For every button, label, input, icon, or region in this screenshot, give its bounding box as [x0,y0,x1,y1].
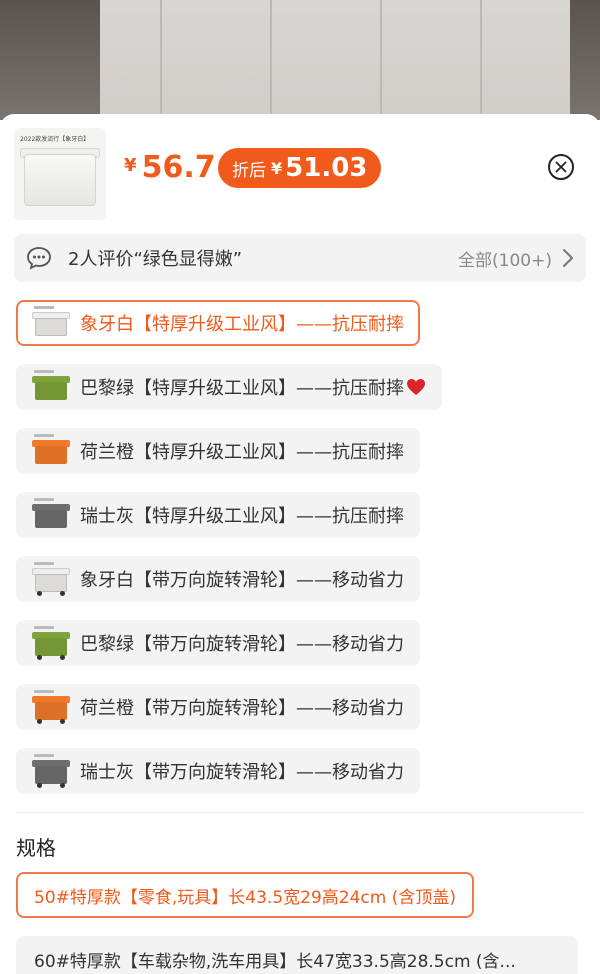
sku-option-label: 瑞士灰【特厚升级工业风】——抗压耐摔 [80,506,404,527]
sheet-header: 2022款发流行【象牙白】 ¥ 56.7 折后 ¥ 51.03 [14,128,586,220]
discount-currency: ¥ [271,158,283,178]
chevron-right-icon [563,249,573,267]
product-hero-image [0,0,600,120]
chat-bubble-icon [27,247,51,270]
sku-option-thumbnail [32,690,70,724]
sku-option[interactable]: 荷兰橙【特厚升级工业风】——抗压耐摔 [16,428,420,474]
sku-option-thumbnail [32,498,70,532]
box-ridge [270,0,272,120]
spec-option-label: 50#特厚款【零食,玩具】长43.5宽29高24cm (含顶盖) [34,887,456,908]
box-ridge [380,0,382,120]
discount-amount: 51.03 [285,153,368,183]
close-icon [555,161,567,173]
box-ridge [480,0,482,120]
sku-option-thumbnail [32,370,70,404]
review-summary-bar[interactable]: 2人评价“绿色显得嫩” 全部(100+) [14,234,586,282]
sku-option-label: 巴黎绿【特厚升级工业风】——抗压耐摔 [80,378,404,399]
sku-option-label: 象牙白【特厚升级工业风】——抗压耐摔 [80,314,404,335]
sku-option-label: 巴黎绿【带万向旋转滑轮】——移动省力 [80,634,404,655]
sku-option-label: 荷兰橙【特厚升级工业风】——抗压耐摔 [80,442,404,463]
spec-option-label: 60#特厚款【车载杂物,洗车用具】长47宽33.5高28.5cm (含... [34,951,516,972]
thumbnail-box-body [24,154,96,206]
box-ridge [160,0,162,120]
spec-option[interactable]: 50#特厚款【零食,玩具】长43.5宽29高24cm (含顶盖) [16,872,474,918]
sku-option-label: 象牙白【带万向旋转滑轮】——移动省力 [80,570,404,591]
sku-option[interactable]: 象牙白【带万向旋转滑轮】——移动省力 [16,556,420,602]
sku-option[interactable]: 瑞士灰【特厚升级工业风】——抗压耐摔 [16,492,420,538]
sku-option[interactable]: 荷兰橙【带万向旋转滑轮】——移动省力 [16,684,420,730]
storage-box-image [100,0,570,120]
review-all-link[interactable]: 全部(100+) [458,246,552,271]
discount-price-badge: 折后 ¥ 51.03 [218,148,382,188]
sku-option[interactable]: 巴黎绿【特厚升级工业风】——抗压耐摔 [16,364,442,410]
sku-option[interactable]: 象牙白【特厚升级工业风】——抗压耐摔 [16,300,420,346]
sku-option-thumbnail [32,562,70,596]
sku-option-thumbnail [32,754,70,788]
sku-selection-sheet: 2022款发流行【象牙白】 ¥ 56.7 折后 ¥ 51.03 2人评价“绿色显… [0,114,600,974]
spec-option[interactable]: 60#特厚款【车载杂物,洗车用具】长47宽33.5高28.5cm (含... [16,936,578,974]
sku-option-label: 瑞士灰【带万向旋转滑轮】——移动省力 [80,762,404,783]
sku-option-thumbnail [32,626,70,660]
product-thumbnail[interactable]: 2022款发流行【象牙白】 [14,128,106,220]
spec-section-title: 规格 [16,836,56,860]
sku-option-thumbnail [32,434,70,468]
current-price: ¥ 56.7 [124,150,216,185]
thumbnail-tag: 2022款发流行【象牙白】 [20,136,90,143]
sku-option-thumbnail [32,306,70,340]
price-amount: 56.7 [141,150,216,185]
section-divider [16,812,584,813]
sku-option[interactable]: 巴黎绿【带万向旋转滑轮】——移动省力 [16,620,420,666]
sku-option-label: 荷兰橙【带万向旋转滑轮】——移动省力 [80,698,404,719]
discount-label: 折后 [232,160,266,181]
review-highlight-text: 2人评价“绿色显得嫩” [68,249,243,270]
sku-option[interactable]: 瑞士灰【带万向旋转滑轮】——移动省力 [16,748,420,794]
heart-icon [407,379,425,395]
currency-symbol: ¥ [124,155,137,176]
close-button[interactable] [548,154,574,180]
